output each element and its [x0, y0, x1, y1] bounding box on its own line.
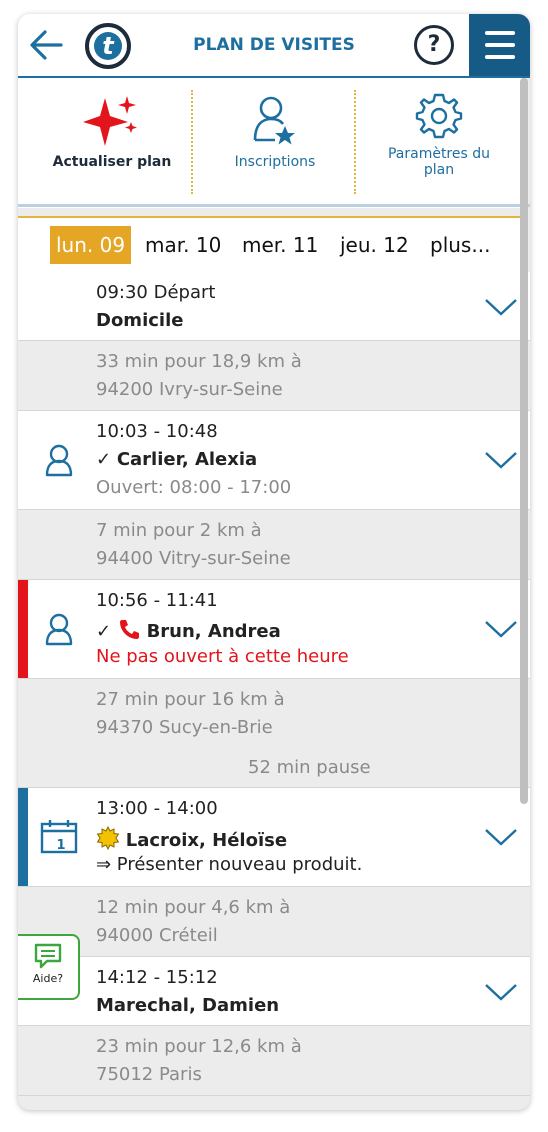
svg-text:t: t [102, 32, 115, 60]
travel-duration: 27 min pour 16 km à [96, 689, 285, 710]
day-tab[interactable]: mer. 11 [242, 226, 318, 264]
refresh-plan-label: Actualiser plan [52, 154, 172, 170]
visit-time: 14:12 - 15:12 [96, 967, 218, 988]
plan-settings-button[interactable]: Paramètres du plan [364, 78, 514, 208]
visit-row[interactable]: 1 13:00 - 14:00 Lacroix, Héloïse ⇒ Prése… [18, 788, 530, 887]
travel-destination: 94400 Vitry-sur-Seine [96, 548, 291, 569]
hamburger-menu-icon[interactable] [469, 14, 530, 76]
day-tab[interactable]: jeu. 12 [340, 226, 409, 264]
travel-duration: 12 min pour 4,6 km à [96, 897, 291, 918]
person-icon [45, 613, 73, 646]
travel-destination: 94370 Sucy-en-Brie [96, 717, 273, 738]
help-widget[interactable]: Aide? [18, 934, 80, 1000]
chat-bubble-icon [34, 943, 62, 969]
visit-name: Lacroix, Héloïse [125, 830, 288, 851]
app-screen: t PLAN DE VISITES ? Actualiser plan Insc… [18, 14, 530, 1110]
refresh-plan-button[interactable]: Actualiser plan [38, 78, 186, 208]
calendar-icon: 1 [40, 820, 78, 854]
toolbar-divider-line [18, 204, 530, 207]
app-logo: t [84, 22, 132, 70]
help-button[interactable]: ? [414, 25, 454, 65]
scrollbar[interactable] [520, 78, 528, 804]
user-star-icon [253, 96, 295, 145]
plan-settings-label-2: plan [423, 162, 455, 178]
travel-duration: 7 min pour 2 km à [96, 520, 262, 541]
action-toolbar: Actualiser plan Inscriptions Paramètres … [18, 78, 522, 208]
visit-row[interactable]: 10:56 - 11:41 ✓ Brun, Andrea Ne pas ouve… [18, 580, 530, 679]
visit-note: ⇒ Présenter nouveau produit. [96, 854, 363, 875]
person-icon [45, 444, 73, 477]
confirmed-check-icon: ✓ [96, 449, 112, 470]
chevron-down-icon[interactable] [484, 618, 518, 640]
travel-duration: 33 min pour 18,9 km à [96, 351, 302, 372]
sparkle-icon [83, 96, 137, 146]
opening-hours: Ouvert: 08:00 - 17:00 [96, 477, 292, 498]
travel-row: 7 min pour 2 km à 94400 Vitry-sur-Seine [18, 510, 530, 580]
visit-row[interactable]: 14:12 - 15:12 Marechal, Damien [18, 957, 530, 1026]
help-widget-label: Aide? [32, 972, 64, 985]
chevron-down-icon[interactable] [484, 449, 518, 471]
toolbar-divider [191, 90, 193, 194]
day-tab[interactable]: mar. 10 [145, 226, 221, 264]
visit-time: 10:56 - 11:41 [96, 590, 218, 611]
travel-destination: 94000 Créteil [96, 925, 218, 946]
appointment-strip [18, 788, 28, 886]
visit-name: Marechal, Damien [96, 995, 280, 1016]
travel-duration: 23 min pour 12,6 km à [96, 1036, 302, 1057]
visit-name: Domicile [96, 310, 184, 331]
phone-icon [119, 620, 139, 639]
alert-strip [18, 580, 28, 678]
opening-warning: Ne pas ouvert à cette heure [96, 646, 349, 667]
chevron-down-icon[interactable] [484, 981, 518, 1003]
plan-settings-label-1: Paramètres du [387, 146, 491, 162]
travel-destination: 75012 Paris [96, 1064, 202, 1085]
travel-row: 12 min pour 4,6 km à 94000 Créteil [18, 887, 530, 957]
pause-duration: 52 min pause [248, 757, 371, 778]
top-bar: t PLAN DE VISITES ? [18, 14, 530, 78]
travel-row: 33 min pour 18,9 km à 94200 Ivry-sur-Sei… [18, 341, 530, 411]
svg-text:1: 1 [56, 838, 65, 853]
toolbar-divider [354, 90, 356, 194]
sun-badge-icon [96, 825, 120, 851]
visit-time: 10:03 - 10:48 [96, 421, 218, 442]
chevron-down-icon[interactable] [484, 826, 518, 848]
page-title: PLAN DE VISITES [193, 35, 355, 55]
registrations-button[interactable]: Inscriptions [200, 78, 350, 208]
gear-icon [415, 93, 463, 139]
back-arrow-icon[interactable] [28, 28, 64, 62]
visit-name: Brun, Andrea [146, 621, 281, 642]
day-tab-active[interactable]: lun. 09 [50, 226, 132, 264]
visit-time: 09:30 Départ [96, 282, 216, 303]
visit-name: Carlier, Alexia [116, 449, 258, 470]
chevron-down-icon[interactable] [484, 296, 518, 318]
visit-row[interactable]: 09:30 Départ Domicile [18, 272, 530, 341]
travel-row: 27 min pour 16 km à 94370 Sucy-en-Brie 5… [18, 679, 530, 788]
confirmed-check-icon: ✓ [96, 621, 112, 642]
visit-time: 13:00 - 14:00 [96, 798, 218, 819]
visit-row[interactable]: 10:03 - 10:48 ✓ Carlier, Alexia Ouvert: … [18, 411, 530, 510]
travel-row: 23 min pour 12,6 km à 75012 Paris [18, 1026, 530, 1096]
day-selector: lun. 09 mar. 10 mer. 11 jeu. 12 plus... [18, 216, 522, 274]
registrations-label: Inscriptions [234, 154, 316, 170]
travel-destination: 94200 Ivry-sur-Seine [96, 379, 283, 400]
more-days-tab[interactable]: plus... [430, 226, 490, 264]
